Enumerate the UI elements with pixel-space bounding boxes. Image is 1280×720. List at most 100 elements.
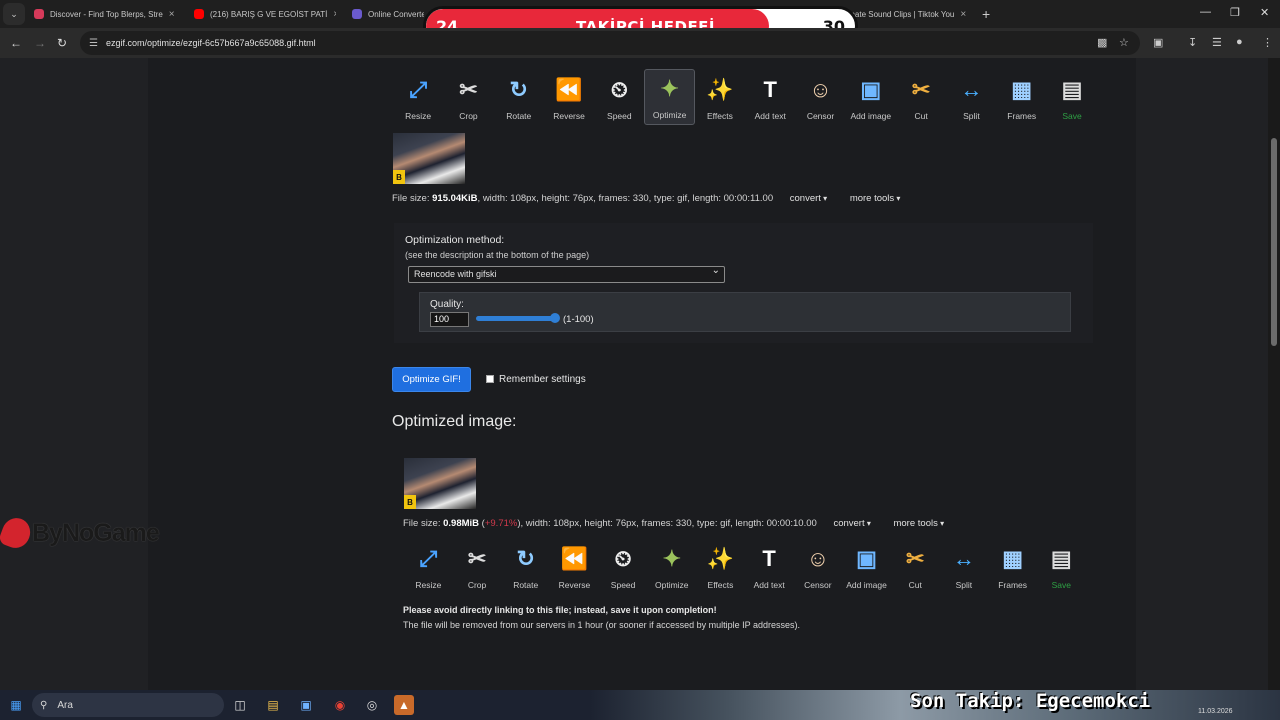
address-bar[interactable]: ☰ ezgif.com/optimize/ezgif-6c57b667a9c65… (80, 31, 1140, 55)
tool-optimize-button[interactable]: ✦ Optimize (644, 69, 695, 125)
new-tab-button[interactable]: + (982, 6, 990, 22)
tab-close-icon[interactable]: × (169, 9, 175, 20)
scrollbar-thumb[interactable] (1271, 138, 1277, 346)
reading-list-icon[interactable]: ☰ (1212, 36, 1222, 49)
download-icon[interactable]: ↧ (1188, 36, 1197, 49)
tool-reverse-button[interactable]: ⏪ Reverse (550, 538, 599, 594)
result-convert-dropdown[interactable]: convert (827, 516, 876, 531)
tool-crop-button[interactable]: ✂ Crop (443, 69, 493, 125)
tool-bar-top: ⤢ Resize ✂ Crop ↻ Rotate ⏪ Reverse ⏲ Speed ✦ Optimi… (393, 69, 1097, 125)
quality-input[interactable]: 100 (430, 312, 469, 327)
tool-label: Resize (415, 580, 442, 590)
photos-app-icon[interactable]: ▲ (394, 695, 414, 715)
reload-icon[interactable]: ↻ (57, 36, 67, 50)
taskbar-date: 11.03.2026 (1198, 708, 1233, 715)
browser-tab[interactable]: Discover - Find Top Blerps, Stre × (26, 4, 176, 24)
tool-add-text-button[interactable]: T Add text (745, 538, 794, 594)
forward-icon[interactable]: → (34, 36, 46, 50)
chrome-icon[interactable]: ◉ (330, 695, 350, 715)
tab-favicon-icon (34, 9, 44, 19)
tool-censor-button[interactable]: ☺ Censor (795, 69, 845, 125)
tool-add-text-button[interactable]: T Add text (745, 69, 795, 125)
browser-menu-icon[interactable]: ⋮ (1262, 36, 1273, 49)
split-icon: ↔ (960, 77, 983, 102)
optimized-file-size: 0.98MiB (443, 518, 480, 529)
tool-label: Crop (467, 580, 487, 590)
tool-cut-button[interactable]: ✂ Cut (891, 538, 940, 594)
tool-effects-button[interactable]: ✨ Effects (696, 538, 745, 594)
tool-label: Add image (846, 580, 887, 590)
windows-start-icon[interactable]: ▦ (6, 695, 26, 715)
tool-reverse-button[interactable]: ⏪ Reverse (544, 69, 594, 125)
tool-speed-button[interactable]: ⏲ Speed (599, 538, 648, 594)
tool-label: Effects (707, 111, 733, 121)
scrollbar[interactable] (1268, 58, 1280, 690)
tool-add-image-button[interactable]: ▣ Add image (846, 69, 896, 125)
obs-icon[interactable]: ◎ (362, 695, 382, 715)
install-app-icon[interactable]: ▩ (1097, 36, 1107, 49)
minimize-icon[interactable]: — (1200, 6, 1211, 18)
tool-frames-button[interactable]: ▦ Frames (988, 538, 1037, 594)
remember-settings-checkbox[interactable] (486, 375, 494, 383)
reverse-icon: ⏪ (560, 546, 589, 571)
profile-avatar[interactable]: ● (1236, 36, 1243, 48)
tool-split-button[interactable]: ↔ Split (940, 538, 989, 594)
tool-effects-button[interactable]: ✨ Effects (695, 69, 745, 125)
tab-close-icon[interactable]: × (333, 9, 336, 20)
tool-label: Optimize (655, 580, 689, 590)
site-info-icon[interactable]: ☰ (89, 38, 98, 49)
tab-close-icon[interactable]: × (960, 9, 966, 20)
tool-censor-button[interactable]: ☺ Censor (794, 538, 843, 594)
tool-save-button[interactable]: ▤ Save (1037, 538, 1086, 594)
quality-range: (1-100) (563, 314, 594, 325)
tool-rotate-button[interactable]: ↻ Rotate (501, 538, 550, 594)
tool-split-button[interactable]: ↔ Split (946, 69, 996, 125)
optimized-file-info: File size: 0.98MiB (+9.71%), width: 108p… (403, 516, 950, 531)
quality-slider[interactable] (476, 316, 558, 321)
method-hint: (see the description at the bottom of th… (405, 250, 590, 260)
tool-frames-button[interactable]: ▦ Frames (997, 69, 1047, 125)
taskbar-search[interactable]: ⚲ Ara (32, 693, 224, 717)
bynogame-mark-icon (0, 514, 35, 552)
save-icon: ▤ (1050, 546, 1072, 571)
tool-rotate-button[interactable]: ↻ Rotate (494, 69, 544, 125)
file-explorer-icon[interactable]: ▤ (263, 695, 283, 715)
more-tools-dropdown[interactable]: more tools (844, 191, 907, 206)
optimize-icon: ✦ (662, 546, 681, 571)
tool-label: Censor (804, 580, 832, 590)
restore-icon[interactable]: ❐ (1230, 6, 1240, 19)
tool-resize-button[interactable]: ⤢ Resize (393, 69, 443, 125)
back-icon[interactable]: ← (10, 36, 22, 50)
tool-cut-button[interactable]: ✂ Cut (896, 69, 946, 125)
add-image-icon: ▣ (860, 77, 882, 102)
tool-resize-button[interactable]: ⤢ Resize (404, 538, 453, 594)
close-window-icon[interactable]: ✕ (1260, 6, 1269, 19)
convert-dropdown[interactable]: convert (784, 191, 833, 206)
extensions-icon[interactable]: ▣ (1153, 36, 1163, 49)
optimize-gif-button[interactable]: Optimize GIF! (392, 367, 471, 392)
tool-save-button[interactable]: ▤ Save (1047, 69, 1097, 125)
resize-icon: ⤢ (409, 77, 427, 102)
tool-optimize-button[interactable]: ✦ Optimize (647, 538, 696, 594)
tool-label: Rotate (513, 580, 539, 590)
tool-add-image-button[interactable]: ▣ Add image (842, 538, 891, 594)
url-text: ezgif.com/optimize/ezgif-6c57b667a9c6508… (105, 38, 316, 48)
tab-search-button[interactable]: ⌄ (3, 3, 25, 25)
crop-icon: ✂ (459, 77, 478, 102)
split-icon: ↔ (952, 546, 975, 571)
store-icon[interactable]: ▣ (296, 695, 316, 715)
result-more-tools-dropdown[interactable]: more tools (887, 516, 950, 531)
task-view-icon[interactable]: ◫ (230, 695, 250, 715)
tool-crop-button[interactable]: ✂ Crop (453, 538, 502, 594)
speed-icon: ⏲ (610, 77, 628, 102)
effects-icon: ✨ (706, 77, 734, 102)
browser-tab[interactable]: Online Converter× (344, 4, 424, 24)
optimized-gif-preview: B (404, 458, 476, 509)
tool-speed-button[interactable]: ⏲ Speed (594, 69, 644, 125)
browser-tab[interactable]: (216) BARIŞ G VE EGOİST PATİ × (186, 4, 336, 24)
save-icon: ▤ (1061, 77, 1083, 102)
tab-title: Discover - Find Top Blerps, Stre (50, 9, 163, 19)
method-select[interactable]: Reencode with gifski (408, 265, 725, 283)
bookmark-star-icon[interactable]: ☆ (1119, 36, 1129, 49)
quality-slider-handle[interactable] (550, 313, 560, 323)
